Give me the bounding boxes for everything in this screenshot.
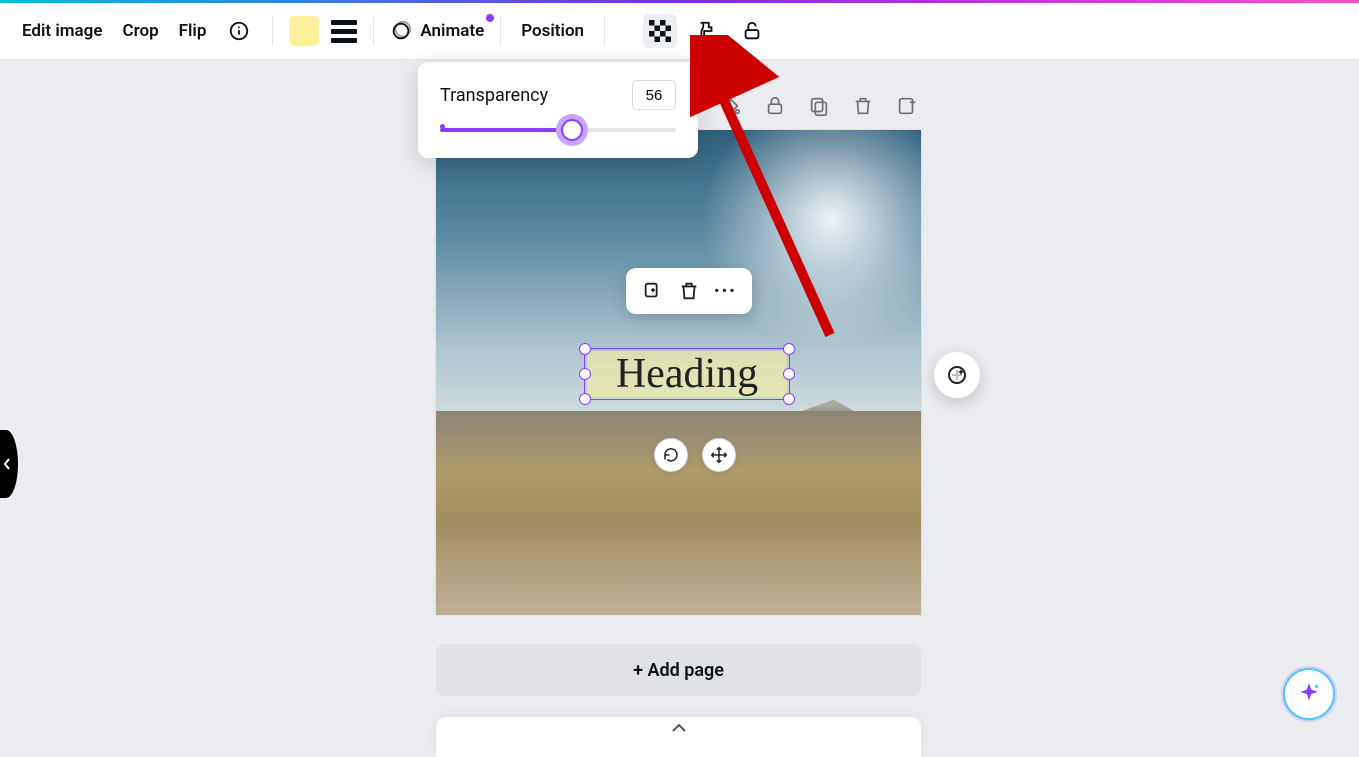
add-page-icon[interactable] — [896, 95, 918, 117]
animate-label: Animate — [420, 21, 484, 41]
fill-color-swatch[interactable] — [289, 16, 319, 46]
paint-bucket-icon[interactable] — [720, 95, 742, 117]
slider-fill — [440, 128, 572, 132]
element-transform-controls — [654, 438, 736, 472]
window-accent-bar — [0, 0, 1359, 3]
page-tools — [720, 95, 918, 117]
rotate-handle-icon[interactable] — [654, 438, 688, 472]
resize-handle-tl[interactable] — [579, 343, 591, 355]
edit-image-button[interactable]: Edit image — [18, 15, 106, 47]
selected-heading-element[interactable]: Heading — [584, 348, 790, 400]
list-style-icon[interactable] — [331, 20, 357, 43]
transparency-label: Transparency — [440, 85, 548, 106]
duplicate-page-icon[interactable] — [808, 95, 830, 117]
crop-button[interactable]: Crop — [118, 15, 162, 47]
add-page-button[interactable]: + Add page — [436, 644, 921, 696]
pages-panel-peek[interactable] — [436, 717, 921, 757]
add-page-label: + Add page — [633, 660, 724, 681]
resize-handle-r[interactable] — [783, 368, 795, 380]
notification-dot-icon — [486, 14, 494, 22]
lock-page-icon[interactable] — [764, 95, 786, 117]
element-quick-actions: ··· — [626, 268, 752, 314]
slider-thumb[interactable] — [556, 114, 588, 146]
magic-fab-button[interactable] — [1283, 668, 1335, 720]
copy-style-icon[interactable] — [689, 14, 723, 48]
transparency-input[interactable] — [632, 80, 676, 110]
transparency-icon[interactable] — [643, 14, 677, 48]
move-handle-icon[interactable] — [702, 438, 736, 472]
animate-button[interactable]: Animate — [390, 20, 484, 42]
flip-button[interactable]: Flip — [175, 15, 211, 47]
expand-sidepanel-tab[interactable] — [0, 430, 18, 498]
delete-page-icon[interactable] — [852, 95, 874, 117]
position-button[interactable]: Position — [517, 15, 588, 47]
transparency-slider[interactable] — [440, 128, 676, 132]
toolbar-divider — [500, 17, 501, 45]
toolbar: Edit image Crop Flip Animate Position — [0, 3, 1359, 60]
toolbar-divider — [373, 17, 374, 45]
more-options-icon[interactable]: ··· — [712, 278, 738, 304]
resize-handle-br[interactable] — [783, 393, 795, 405]
duplicate-element-icon[interactable] — [640, 278, 666, 304]
resize-handle-tr[interactable] — [783, 343, 795, 355]
resize-handle-l[interactable] — [579, 368, 591, 380]
toolbar-divider — [272, 17, 273, 45]
ai-assist-button[interactable] — [934, 352, 980, 398]
lock-icon[interactable] — [735, 14, 769, 48]
toolbar-divider — [604, 17, 605, 45]
info-icon[interactable] — [222, 14, 256, 48]
heading-text[interactable]: Heading — [616, 350, 758, 398]
delete-element-icon[interactable] — [676, 278, 702, 304]
resize-handle-bl[interactable] — [579, 393, 591, 405]
transparency-panel: Transparency — [418, 62, 698, 158]
canvas-sun-glare — [701, 130, 921, 350]
